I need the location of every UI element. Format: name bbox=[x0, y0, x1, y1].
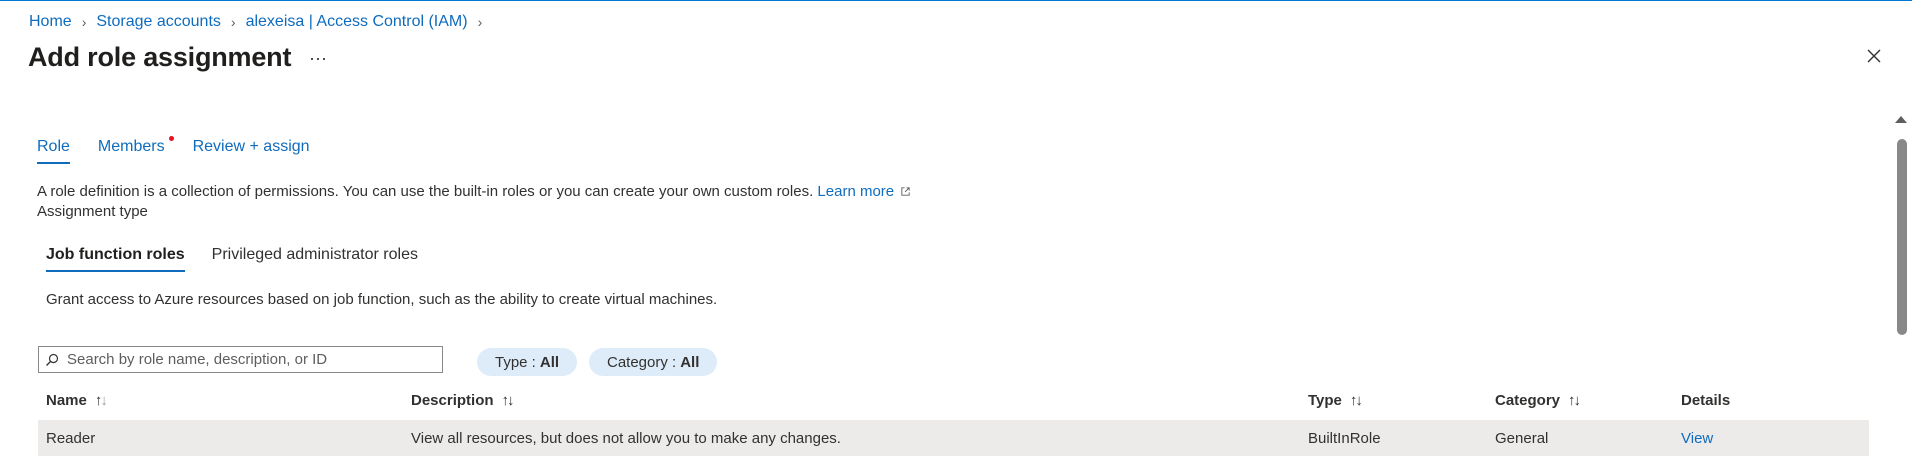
role-type-tabs: Job function roles Privileged administra… bbox=[46, 246, 445, 272]
grant-description: Grant access to Azure resources based on… bbox=[46, 291, 718, 308]
search-input[interactable] bbox=[67, 351, 427, 368]
sort-icon: ↑↓ bbox=[501, 392, 515, 409]
column-details-label: Details bbox=[1681, 392, 1731, 409]
view-details-link[interactable]: View bbox=[1681, 430, 1713, 447]
tab-members[interactable]: Members bbox=[97, 136, 174, 164]
column-description-label: Description bbox=[411, 392, 494, 409]
scroll-up-arrow-icon[interactable] bbox=[1895, 116, 1907, 123]
external-link-icon bbox=[901, 187, 910, 196]
category-filter-label: Category : bbox=[607, 353, 677, 371]
learn-more-link[interactable]: Learn more bbox=[817, 183, 911, 200]
required-indicator bbox=[168, 136, 174, 141]
row-category: General bbox=[1495, 430, 1549, 447]
tab-review-assign-label: Review + assign bbox=[192, 138, 310, 155]
table-row[interactable]: Reader View all resources, but does not … bbox=[38, 420, 1869, 456]
page-title: Add role assignment bbox=[28, 42, 292, 72]
chevron-right-icon: › bbox=[230, 14, 236, 30]
close-icon[interactable] bbox=[1866, 48, 1882, 64]
column-header-description[interactable]: Description ↑↓ bbox=[411, 392, 515, 409]
breadcrumb-storage-accounts[interactable]: Storage accounts bbox=[96, 13, 221, 31]
top-accent-line bbox=[0, 0, 1912, 1]
column-header-name[interactable]: Name ↑↓ bbox=[46, 392, 108, 409]
row-type: BuiltInRole bbox=[1308, 430, 1381, 447]
category-filter-value: All bbox=[680, 353, 700, 371]
sort-icon: ↑↓ bbox=[94, 392, 108, 409]
tab-role-label: Role bbox=[37, 138, 70, 155]
assignment-type-label: Assignment type bbox=[37, 203, 148, 220]
role-search-box bbox=[38, 346, 443, 373]
column-category-label: Category bbox=[1495, 392, 1561, 409]
more-options-button[interactable]: ··· bbox=[309, 48, 327, 69]
type-filter-value: All bbox=[539, 353, 560, 371]
search-icon bbox=[46, 353, 59, 366]
column-header-type[interactable]: Type ↑↓ bbox=[1308, 392, 1363, 409]
category-filter-pill[interactable]: Category : All bbox=[589, 348, 718, 376]
table-header: Name ↑↓ Description ↑↓ Type ↑↓ Category … bbox=[38, 390, 1868, 420]
tab-review-assign[interactable]: Review + assign bbox=[193, 138, 310, 164]
role-description: A role definition is a collection of per… bbox=[37, 183, 911, 200]
wizard-tabs: Role Members Review + assign bbox=[37, 136, 338, 164]
tab-job-function-roles[interactable]: Job function roles bbox=[46, 246, 185, 272]
learn-more-label: Learn more bbox=[817, 183, 895, 200]
column-header-category[interactable]: Category ↑↓ bbox=[1495, 392, 1581, 409]
row-name: Reader bbox=[46, 430, 96, 447]
breadcrumb-home[interactable]: Home bbox=[29, 13, 72, 31]
sort-icon: ↑↓ bbox=[1568, 392, 1581, 409]
column-type-label: Type bbox=[1308, 392, 1342, 409]
breadcrumb-iam[interactable]: alexeisa | Access Control (IAM) bbox=[246, 13, 468, 31]
chevron-right-icon: › bbox=[477, 14, 483, 30]
tab-role[interactable]: Role bbox=[37, 138, 70, 164]
column-header-details: Details bbox=[1681, 392, 1730, 409]
tab-privileged-admin-roles[interactable]: Privileged administrator roles bbox=[212, 246, 418, 272]
row-description: View all resources, but does not allow y… bbox=[411, 430, 841, 447]
role-description-text: A role definition is a collection of per… bbox=[37, 183, 814, 200]
type-filter-pill[interactable]: Type : All bbox=[477, 348, 578, 376]
sort-icon: ↑↓ bbox=[1349, 392, 1363, 409]
vertical-scrollbar-thumb[interactable] bbox=[1897, 139, 1907, 335]
tab-members-label: Members bbox=[97, 138, 165, 155]
type-filter-label: Type : bbox=[495, 353, 536, 371]
chevron-right-icon: › bbox=[81, 14, 87, 30]
breadcrumb: Home › Storage accounts › alexeisa | Acc… bbox=[29, 13, 492, 31]
column-name-label: Name bbox=[46, 392, 87, 409]
